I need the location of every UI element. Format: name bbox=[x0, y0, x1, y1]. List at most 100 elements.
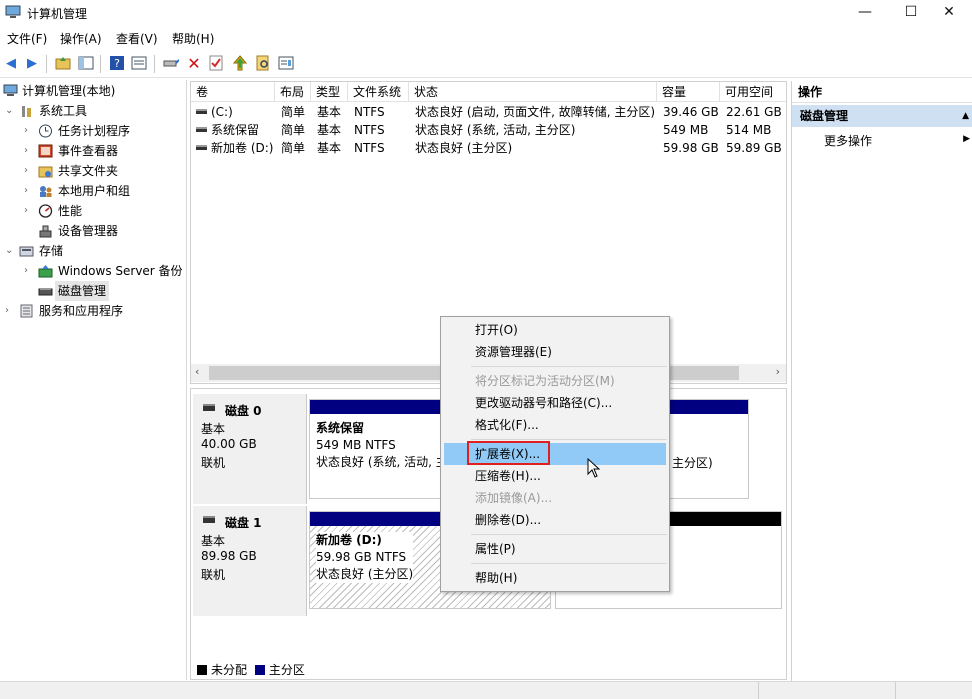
tree-item-label: 服务和应用程序 bbox=[39, 304, 124, 318]
up-arrow-icon[interactable] bbox=[231, 54, 249, 72]
tree-item[interactable]: › 本地用户和组 bbox=[0, 181, 186, 201]
status-bar bbox=[0, 681, 972, 699]
table-cell: 状态良好 (主分区) bbox=[415, 141, 513, 155]
partition-c-status: 主分区) bbox=[672, 456, 713, 470]
context-menu-item[interactable]: 将分区标记为活动分区(M) bbox=[444, 370, 666, 392]
connect-drive-icon[interactable] bbox=[162, 54, 180, 72]
collapse-up-icon[interactable]: ▲ bbox=[962, 105, 969, 127]
menu-view[interactable]: 查看(V) bbox=[116, 30, 158, 47]
export-list-icon[interactable] bbox=[277, 54, 295, 72]
navigation-tree: 计算机管理(本地) ⌄ 系统工具 › 任务计划程序 › 事件查看器 › 共享文件夹 › 本地用户和… bbox=[0, 80, 187, 680]
table-cell: 状态良好 (系统, 活动, 主分区) bbox=[415, 123, 576, 137]
tree-item[interactable]: › 服务和应用程序 bbox=[0, 301, 186, 321]
toolbar: ◀ ▶ ? ✕ bbox=[0, 50, 972, 78]
column-header-filesystem[interactable]: 文件系统 bbox=[348, 82, 409, 102]
tree-item[interactable]: › 共享文件夹 bbox=[0, 161, 186, 181]
table-cell: (C:) bbox=[211, 105, 233, 119]
tree-item[interactable]: 磁盘管理 bbox=[0, 281, 186, 301]
table-cell: 状态良好 (启动, 页面文件, 故障转储, 主分区) bbox=[415, 105, 656, 119]
table-cell: 基本 bbox=[317, 105, 342, 119]
table-cell: 基本 bbox=[317, 141, 342, 155]
partition-title: 新加卷 (D:) bbox=[316, 533, 382, 547]
tree-item[interactable]: ⌄ 存储 bbox=[0, 241, 186, 261]
context-menu-item[interactable]: 属性(P) bbox=[444, 538, 666, 560]
scroll-left-icon[interactable]: ‹ bbox=[195, 365, 199, 378]
expand-arrow-icon[interactable]: › bbox=[5, 301, 15, 321]
expand-arrow-icon[interactable]: › bbox=[24, 161, 34, 181]
minimize-button[interactable]: — bbox=[842, 0, 888, 26]
forward-icon[interactable]: ▶ bbox=[23, 54, 41, 72]
up-folder-icon[interactable] bbox=[54, 54, 72, 72]
tree-item[interactable]: ⌄ 系统工具 bbox=[0, 101, 186, 121]
title-bar: 计算机管理 — ☐ ✕ bbox=[0, 0, 972, 26]
menu-separator bbox=[471, 439, 667, 440]
tree-item-label: Windows Server 备份 bbox=[58, 264, 183, 278]
partition-status: 状态良好 (主分区) bbox=[316, 567, 414, 581]
back-icon[interactable]: ◀ bbox=[2, 54, 20, 72]
scroll-right-icon[interactable]: › bbox=[776, 365, 780, 378]
table-cell: NTFS bbox=[354, 141, 385, 155]
table-row[interactable]: (C:) 简单 基本 NTFS 状态良好 (启动, 页面文件, 故障转储, 主分区) 39… bbox=[191, 103, 786, 121]
column-header-status[interactable]: 状态 bbox=[409, 82, 657, 102]
context-menu-item[interactable]: 资源管理器(E) bbox=[444, 341, 666, 363]
expand-arrow-icon[interactable]: › bbox=[24, 141, 34, 161]
menu-separator bbox=[471, 534, 667, 535]
tree-item[interactable]: › 性能 bbox=[0, 201, 186, 221]
disk-1-type: 基本 bbox=[201, 534, 226, 548]
actions-section-disk-management[interactable]: 磁盘管理 ▲ bbox=[792, 105, 972, 127]
users-icon bbox=[40, 186, 52, 197]
close-button[interactable]: ✕ bbox=[926, 0, 972, 26]
tree-item[interactable]: › 事件查看器 bbox=[0, 141, 186, 161]
tree-item[interactable]: 设备管理器 bbox=[0, 221, 186, 241]
properties-view-icon[interactable] bbox=[130, 54, 148, 72]
table-row[interactable]: 系统保留 简单 基本 NTFS 状态良好 (系统, 活动, 主分区) 549 MB 514 … bbox=[191, 121, 786, 139]
column-header-type[interactable]: 类型 bbox=[311, 82, 348, 102]
delete-icon[interactable]: ✕ bbox=[185, 54, 203, 73]
check-icon[interactable] bbox=[207, 54, 225, 72]
expand-arrow-icon[interactable]: › bbox=[24, 121, 34, 141]
expand-arrow-icon[interactable]: › bbox=[24, 261, 34, 281]
disk-0-type: 基本 bbox=[201, 422, 226, 436]
column-header-volume[interactable]: 卷 bbox=[191, 82, 275, 102]
help-icon[interactable]: ? bbox=[108, 54, 126, 72]
table-row[interactable]: 新加卷 (D:) 简单 基本 NTFS 状态良好 (主分区) 59.98 GB 59.89 … bbox=[191, 139, 786, 157]
column-header-capacity[interactable]: 容量 bbox=[657, 82, 720, 102]
expand-arrow-icon[interactable]: › bbox=[24, 201, 34, 221]
context-menu-item[interactable]: 更改驱动器号和路径(C)... bbox=[444, 392, 666, 414]
legend: 未分配 主分区 bbox=[197, 661, 305, 678]
tree-item[interactable]: › Windows Server 备份 bbox=[0, 261, 186, 281]
more-actions-item[interactable]: 更多操作 bbox=[824, 131, 872, 151]
context-menu-item[interactable]: 删除卷(D)... bbox=[444, 509, 666, 531]
actions-header: 操作 bbox=[792, 81, 972, 103]
highlight-annotation-box bbox=[467, 441, 550, 465]
expand-arrow-icon[interactable]: › bbox=[24, 181, 34, 201]
search-file-icon[interactable] bbox=[254, 54, 272, 72]
context-menu-item[interactable]: 添加镜像(A)... bbox=[444, 487, 666, 509]
event-viewer-icon bbox=[38, 144, 53, 158]
table-cell: 514 MB bbox=[726, 123, 772, 137]
menu-help[interactable]: 帮助(H) bbox=[172, 30, 214, 47]
collapse-arrow-icon[interactable]: ⌄ bbox=[5, 241, 15, 261]
table-cell: NTFS bbox=[354, 123, 385, 137]
disk-icon bbox=[203, 404, 215, 411]
table-cell: NTFS bbox=[354, 105, 385, 119]
computer-management-icon bbox=[5, 5, 21, 18]
menu-action[interactable]: 操作(A) bbox=[60, 30, 102, 47]
context-menu-item[interactable]: 格式化(F)... bbox=[444, 414, 666, 436]
disk-0-size: 40.00 GB bbox=[201, 437, 257, 451]
submenu-arrow-icon: ▶ bbox=[963, 134, 970, 144]
tree-item[interactable]: › 任务计划程序 bbox=[0, 121, 186, 141]
window-title: 计算机管理 bbox=[27, 7, 88, 21]
menu-file[interactable]: 文件(F) bbox=[7, 30, 47, 47]
context-menu-item[interactable]: 压缩卷(H)... bbox=[444, 465, 666, 487]
collapse-arrow-icon[interactable]: ⌄ bbox=[5, 101, 15, 121]
column-header-free-space[interactable]: 可用空间 bbox=[720, 82, 786, 102]
show-hide-tree-icon[interactable] bbox=[77, 54, 95, 72]
context-menu-item[interactable]: 打开(O) bbox=[444, 319, 666, 341]
disk-0-label[interactable]: 磁盘 0 基本 40.00 GB 联机 bbox=[193, 394, 307, 504]
column-header-layout[interactable]: 布局 bbox=[275, 82, 311, 102]
disk-1-label[interactable]: 磁盘 1 基本 89.98 GB 联机 bbox=[193, 506, 307, 616]
context-menu-item[interactable]: 帮助(H) bbox=[444, 567, 666, 589]
menu-separator bbox=[471, 563, 667, 564]
actions-section-label: 磁盘管理 bbox=[800, 109, 849, 123]
